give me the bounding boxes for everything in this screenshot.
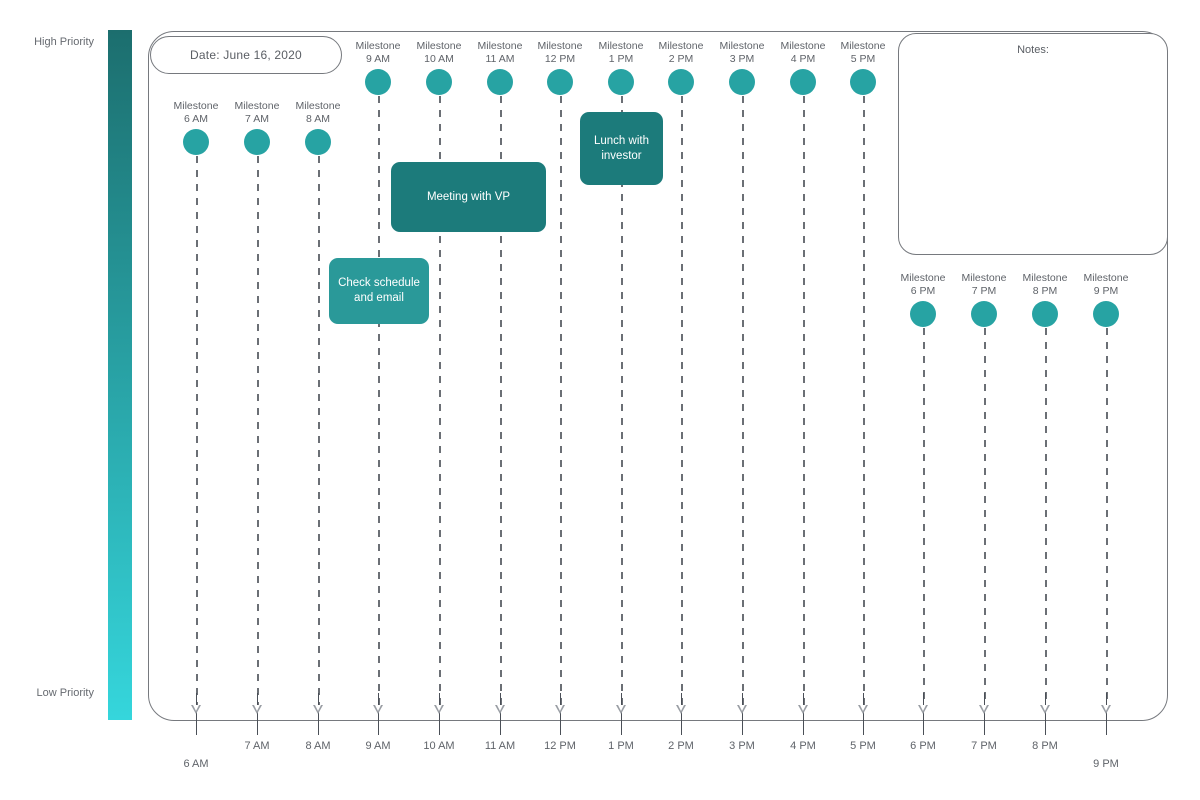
axis-tick-stub	[377, 693, 380, 735]
low-priority-label: Low Priority	[36, 687, 94, 699]
axis-tick-stub	[1105, 693, 1108, 735]
axis-tick-stub	[317, 693, 320, 735]
axis-arrowhead-icon	[798, 705, 808, 714]
axis-arrowhead-icon	[434, 705, 444, 714]
axis-tick-stub	[256, 693, 259, 735]
milestone-label: Milestone 5 PM	[840, 40, 886, 65]
milestone-dashed-connector	[257, 142, 259, 707]
date-field-value: Date: June 16, 2020	[190, 48, 302, 62]
axis-arrowhead-icon	[918, 705, 928, 714]
milestone-marker[interactable]: Milestone 5 PM	[803, 40, 923, 95]
axis-tick-stub	[195, 693, 198, 735]
timeline-diagram: High Priority Low Priority Date: June 16…	[0, 0, 1200, 800]
axis-arrowhead-icon	[495, 705, 505, 714]
axis-hour-label: 6 AM	[183, 758, 209, 770]
event-block[interactable]: Lunch with investor	[580, 112, 663, 185]
milestone-dashed-connector	[863, 82, 865, 707]
milestone-dashed-connector	[196, 142, 198, 707]
axis-arrowhead-icon	[979, 705, 989, 714]
priority-gradient-bar	[108, 30, 132, 720]
milestone-dot-icon[interactable]	[305, 129, 331, 155]
notes-title: Notes:	[1017, 44, 1049, 56]
axis-arrowhead-icon	[616, 705, 626, 714]
date-field[interactable]: Date: June 16, 2020	[150, 36, 342, 74]
axis-arrowhead-icon	[1101, 705, 1111, 714]
milestone-dashed-connector	[1045, 314, 1047, 707]
axis-arrowhead-icon	[313, 705, 323, 714]
axis-tick-stub	[741, 693, 744, 735]
milestone-dot-icon[interactable]	[850, 69, 876, 95]
milestone-dashed-connector	[560, 82, 562, 707]
milestone-marker[interactable]: Milestone 8 AM	[258, 100, 378, 155]
tick-column	[676, 0, 686, 800]
tick-column	[555, 0, 565, 800]
tick-column	[1040, 0, 1050, 800]
axis-tick-stub	[1044, 693, 1047, 735]
tick-column	[373, 0, 383, 800]
axis-tick-stub	[620, 693, 623, 735]
tick-column	[979, 0, 989, 800]
axis-tick-stub	[862, 693, 865, 735]
tick-column	[434, 0, 444, 800]
tick-column	[1101, 0, 1111, 800]
high-priority-label: High Priority	[34, 36, 94, 48]
tick-column	[798, 0, 808, 800]
milestone-marker[interactable]: Milestone 9 PM	[1046, 272, 1166, 327]
axis-hour-label: 8 PM	[1032, 740, 1058, 752]
axis-arrowhead-icon	[1040, 705, 1050, 714]
milestone-dashed-connector	[742, 82, 744, 707]
axis-tick-stub	[922, 693, 925, 735]
milestone-dashed-connector	[803, 82, 805, 707]
notes-panel[interactable]: Notes:	[898, 33, 1168, 255]
milestone-dashed-connector	[681, 82, 683, 707]
axis-arrowhead-icon	[191, 705, 201, 714]
axis-tick-stub	[559, 693, 562, 735]
milestone-dashed-connector	[1106, 314, 1108, 707]
tick-column	[495, 0, 505, 800]
axis-tick-stub	[983, 693, 986, 735]
event-block[interactable]: Check schedule and email	[329, 258, 429, 324]
axis-tick-stub	[499, 693, 502, 735]
axis-tick-stub	[680, 693, 683, 735]
axis-tick-stub	[438, 693, 441, 735]
milestone-label: Milestone 8 AM	[295, 100, 341, 125]
milestone-dashed-connector	[984, 314, 986, 707]
axis-arrowhead-icon	[737, 705, 747, 714]
milestone-label: Milestone 9 PM	[1083, 272, 1129, 297]
tick-column	[737, 0, 747, 800]
axis-hour-label: 9 PM	[1093, 758, 1119, 770]
milestone-dashed-connector	[923, 314, 925, 707]
axis-arrowhead-icon	[858, 705, 868, 714]
axis-arrowhead-icon	[555, 705, 565, 714]
tick-column	[858, 0, 868, 800]
milestone-dashed-connector	[318, 142, 320, 707]
event-block[interactable]: Meeting with VP	[391, 162, 546, 232]
axis-arrowhead-icon	[252, 705, 262, 714]
tick-column	[918, 0, 928, 800]
milestone-dashed-connector	[378, 82, 380, 707]
axis-arrowhead-icon	[676, 705, 686, 714]
axis-arrowhead-icon	[373, 705, 383, 714]
axis-tick-stub	[802, 693, 805, 735]
milestone-dot-icon[interactable]	[1093, 301, 1119, 327]
